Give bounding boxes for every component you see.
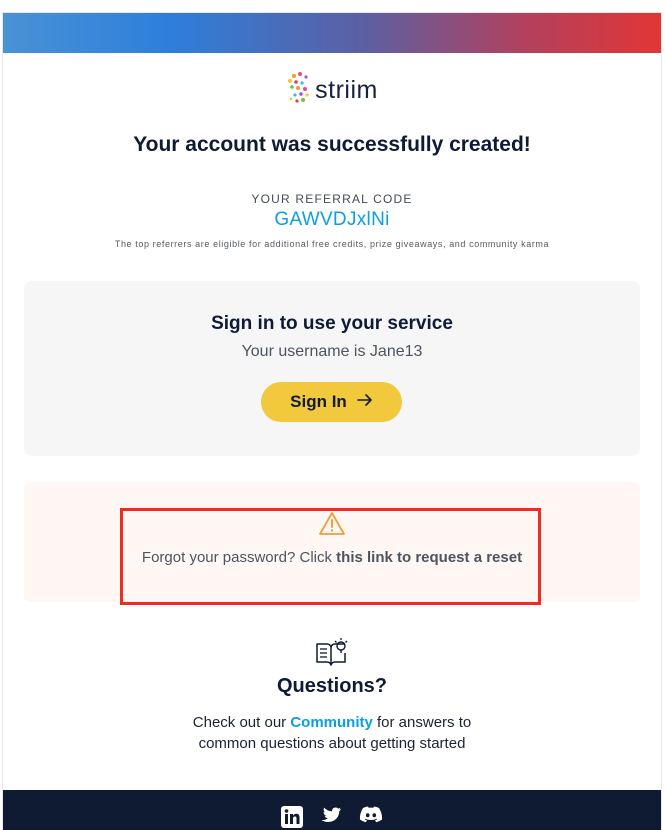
signin-panel: Sign in to use your service Your usernam… xyxy=(24,281,640,456)
referral-note: The top referrers are eligible for addit… xyxy=(114,239,550,249)
book-lightbulb-icon xyxy=(314,637,348,672)
email-card: striim Your account was successfully cre… xyxy=(2,12,662,830)
gradient-header-bar xyxy=(3,13,661,53)
questions-text-prefix: Check out our xyxy=(192,714,291,731)
footer xyxy=(3,790,661,830)
highlight-box xyxy=(120,508,541,605)
questions-text: Check out our Community for answers to c… xyxy=(3,712,661,754)
referral-code: GAWVDJxlNi xyxy=(274,209,390,230)
social-links xyxy=(3,806,661,830)
referral-label: YOUR REFERRAL CODE xyxy=(251,192,413,206)
signin-title: Sign in to use your service xyxy=(211,313,453,334)
linkedin-icon[interactable] xyxy=(281,806,303,830)
questions-text-line2: common questions about getting started xyxy=(198,735,466,752)
sign-in-button[interactable]: Sign In xyxy=(261,382,402,422)
discord-icon[interactable] xyxy=(359,806,383,830)
community-link[interactable]: Community xyxy=(290,714,373,731)
username-text: Your username is Jane13 xyxy=(241,343,423,360)
arrow-right-icon xyxy=(357,392,373,412)
striim-logo-icon xyxy=(286,71,312,110)
page-title: Your account was successfully created! xyxy=(133,133,531,156)
twitter-icon[interactable] xyxy=(320,806,342,830)
questions-text-suffix: for answers to xyxy=(372,714,472,731)
logo: striim xyxy=(3,71,661,110)
brand-name: striim xyxy=(315,76,378,104)
questions-title: Questions? xyxy=(276,675,387,697)
sign-in-button-label: Sign In xyxy=(290,392,347,411)
